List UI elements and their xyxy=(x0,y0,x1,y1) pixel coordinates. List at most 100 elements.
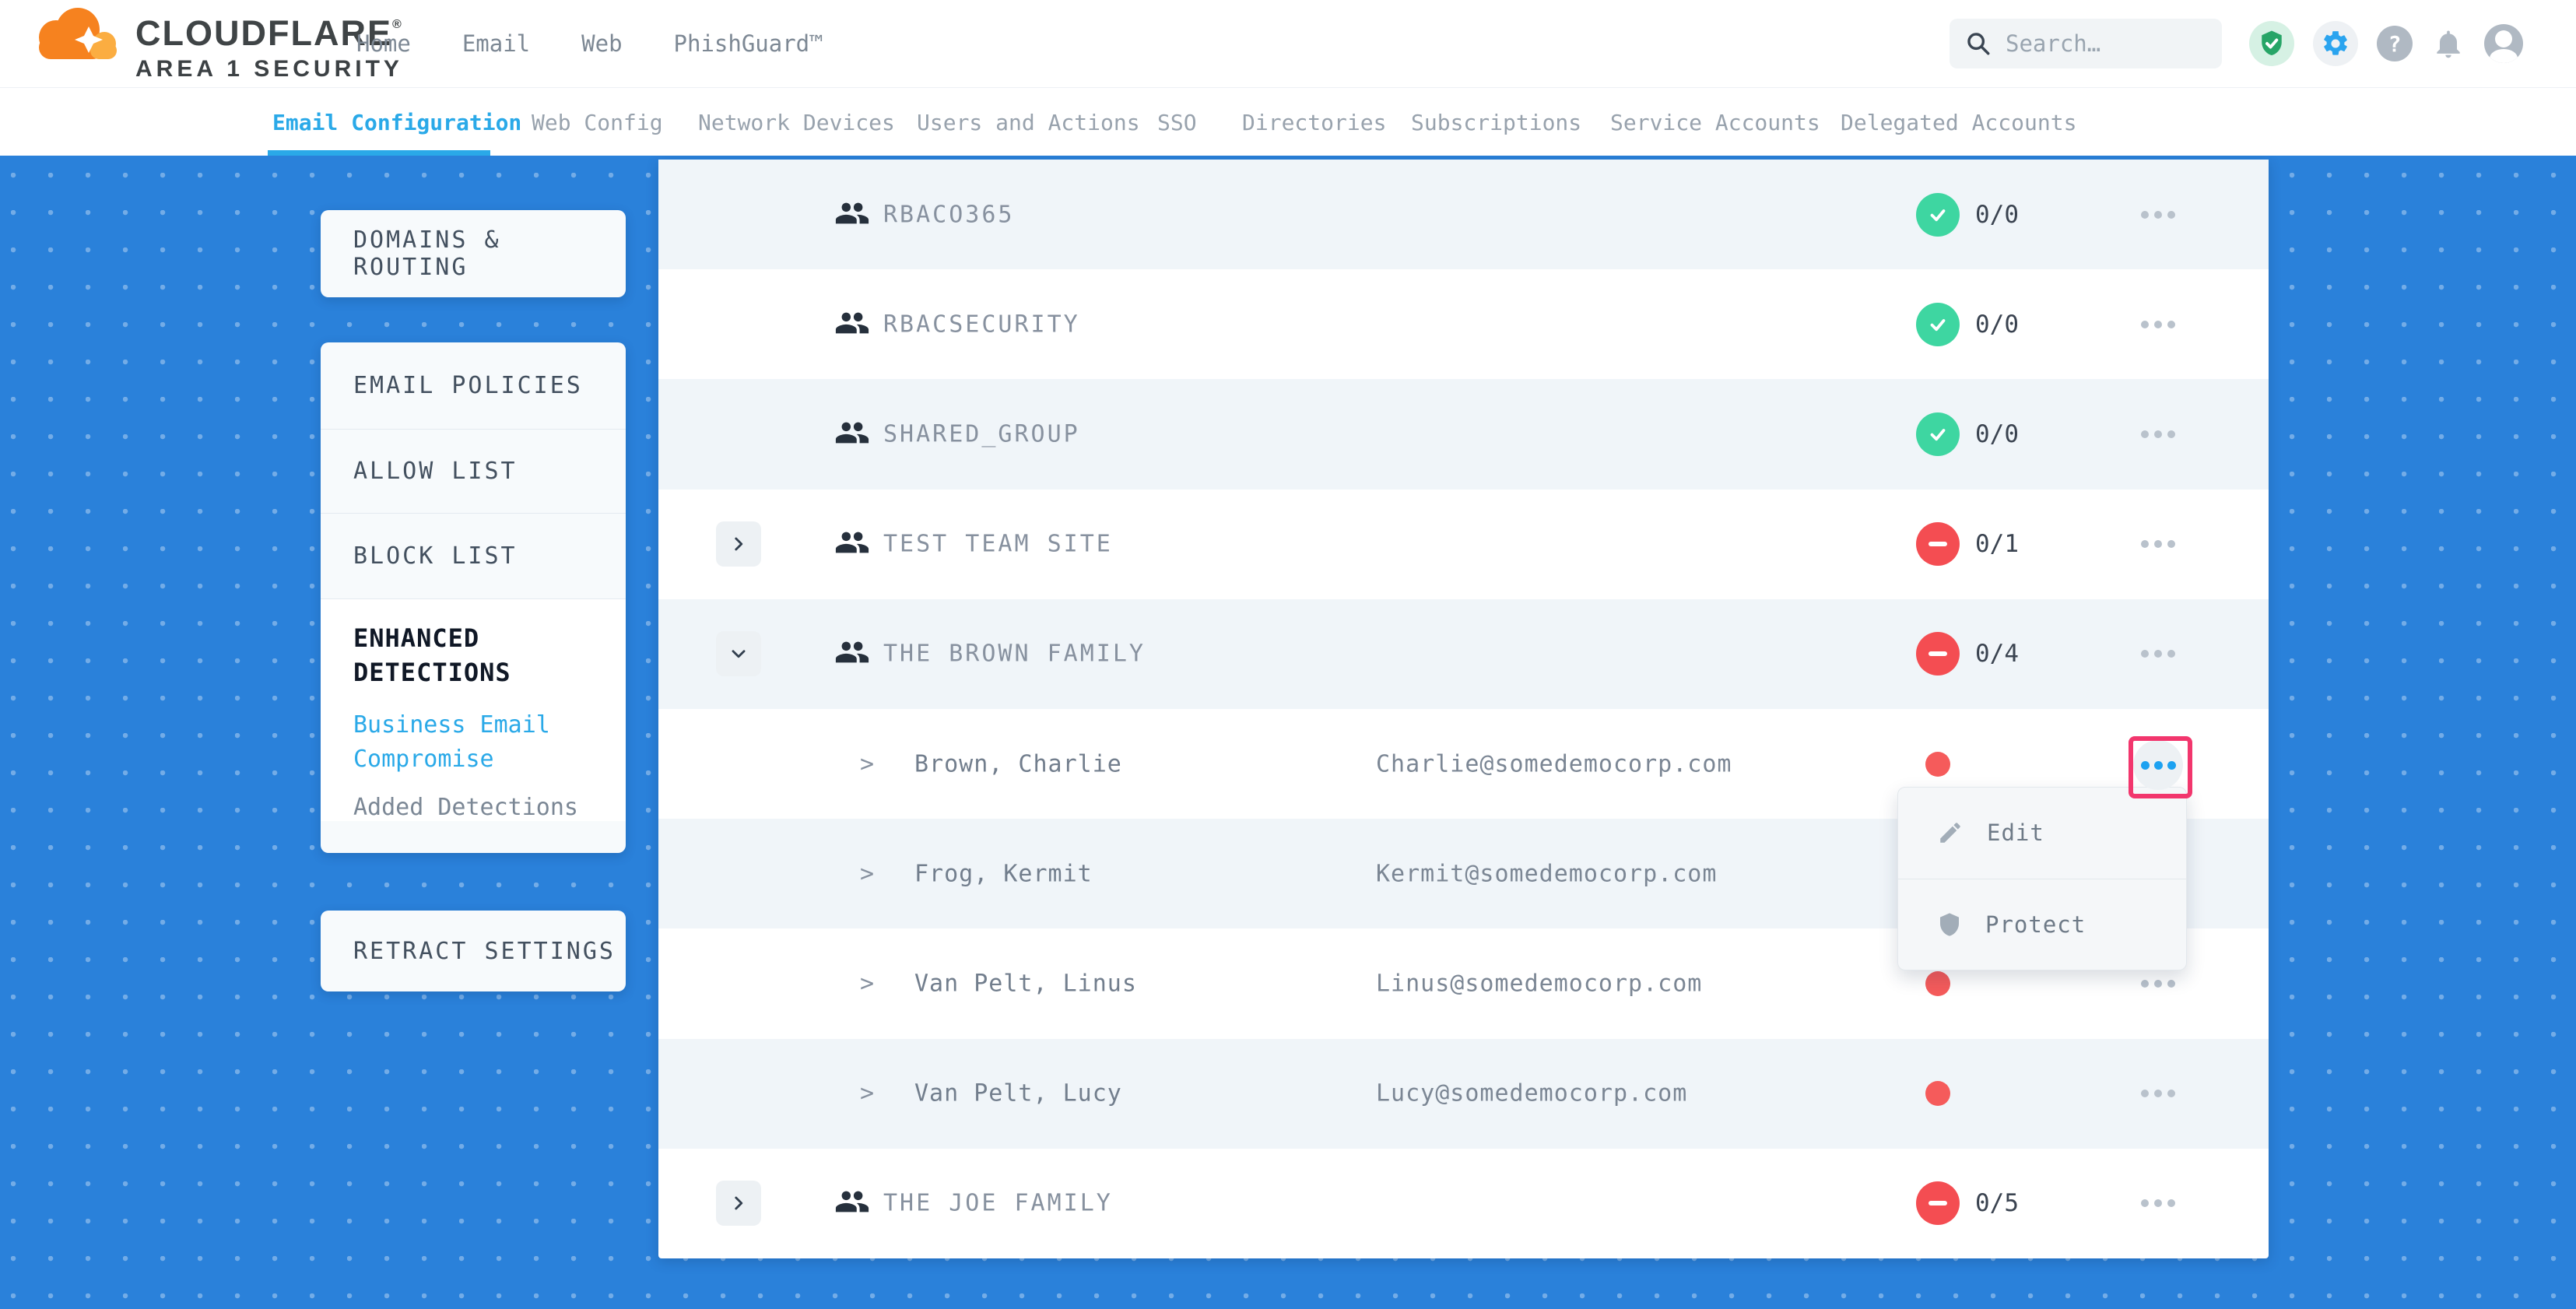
status-badge-ok xyxy=(1916,193,1960,237)
sidebar-item-block-list[interactable]: BLOCK LIST xyxy=(321,514,626,599)
nav-home[interactable]: Home xyxy=(356,30,411,57)
group-name: THE BROWN FAMILY xyxy=(883,640,1146,668)
tab-sso[interactable]: SSO xyxy=(1157,88,1197,156)
table-row-group: RBACSECURITY 0/0 xyxy=(658,269,2269,379)
member-name: Van Pelt, Lucy xyxy=(914,1080,1122,1107)
group-name: THE JOE FAMILY xyxy=(883,1190,1113,1217)
group-people-icon xyxy=(834,525,870,563)
shield-check-icon[interactable] xyxy=(2249,21,2294,66)
settings-gear-icon[interactable] xyxy=(2313,21,2358,66)
tab-delegated-accounts[interactable]: Delegated Accounts xyxy=(1841,88,2076,156)
member-chevron-icon[interactable] xyxy=(860,750,874,777)
sidebar-item-business-email-compromise[interactable]: Business Email Compromise xyxy=(353,708,626,777)
minus-icon xyxy=(1928,542,1947,546)
search-icon xyxy=(1965,30,1992,57)
tab-subscriptions[interactable]: Subscriptions xyxy=(1411,88,1581,156)
minus-icon xyxy=(1928,651,1947,656)
group-people-icon xyxy=(834,195,870,234)
row-actions-button[interactable] xyxy=(2141,1199,2175,1207)
sidebar-card-retract-settings[interactable]: RETRACT SETTINGS xyxy=(321,911,626,991)
cloudflare-logo: CLOUDFLARE® AREA 1 SECURITY xyxy=(30,5,403,85)
member-name: Brown, Charlie xyxy=(914,750,1122,777)
help-icon[interactable]: ? xyxy=(2377,26,2413,61)
member-chevron-icon[interactable] xyxy=(860,860,874,887)
row-actions-button[interactable] xyxy=(2141,980,2175,988)
sidebar-card-email-policies: EMAIL POLICIES ALLOW LIST BLOCK LIST ENH… xyxy=(321,342,626,853)
protect-shield-icon xyxy=(1937,912,1962,937)
content-area: DOMAINS & ROUTING EMAIL POLICIES ALLOW L… xyxy=(0,156,2576,1309)
tab-service-accounts[interactable]: Service Accounts xyxy=(1610,88,1820,156)
brand-name: CLOUDFLARE xyxy=(135,13,392,53)
collapse-group-button[interactable] xyxy=(716,631,761,676)
sidebar-item-added-detections[interactable]: Added Detections xyxy=(353,794,626,821)
menu-item-protect[interactable]: Protect xyxy=(1898,879,2186,970)
active-tab-underline xyxy=(268,150,490,156)
header-icons: ? xyxy=(2249,0,2523,87)
status-badge-blocked xyxy=(1916,1181,1960,1225)
tab-directories[interactable]: Directories xyxy=(1242,88,1386,156)
row-actions-button-active[interactable] xyxy=(2133,740,2183,790)
group-name: TEST TEAM SITE xyxy=(883,531,1113,558)
top-header: CLOUDFLARE® AREA 1 SECURITY Home Email W… xyxy=(0,0,2576,87)
row-actions-menu: Edit Protect xyxy=(1897,787,2187,970)
sidebar-item-email-policies[interactable]: EMAIL POLICIES xyxy=(321,342,626,430)
protection-count: 0/0 xyxy=(1975,420,2019,448)
group-name: SHARED_GROUP xyxy=(883,421,1080,448)
sidebar-item-allow-list[interactable]: ALLOW LIST xyxy=(321,430,626,514)
member-email: Linus@somedemocorp.com xyxy=(1376,970,1702,998)
group-people-icon xyxy=(834,634,870,673)
group-people-icon xyxy=(834,415,870,454)
group-people-icon xyxy=(834,305,870,344)
row-actions-button[interactable] xyxy=(2141,540,2175,548)
sidebar-item-domains-routing[interactable]: DOMAINS & ROUTING xyxy=(321,226,626,281)
sidebar-item-retract-settings[interactable]: RETRACT SETTINGS xyxy=(321,938,616,965)
chevron-down-icon xyxy=(728,644,749,664)
nav-web[interactable]: Web xyxy=(581,30,622,57)
member-name: Van Pelt, Linus xyxy=(914,970,1137,998)
member-chevron-icon[interactable] xyxy=(860,970,874,998)
search-input[interactable] xyxy=(2004,30,2191,58)
status-badge-blocked xyxy=(1916,522,1960,566)
tab-web-config[interactable]: Web Config xyxy=(532,88,663,156)
alert-dot xyxy=(1925,971,1950,996)
alert-dot xyxy=(1925,752,1950,777)
row-actions-button[interactable] xyxy=(2141,650,2175,658)
menu-item-edit[interactable]: Edit xyxy=(1898,788,2186,879)
member-name: Frog, Kermit xyxy=(914,860,1093,887)
expand-group-button[interactable] xyxy=(716,1181,761,1226)
row-actions-button[interactable] xyxy=(2141,430,2175,438)
edit-pencil-icon xyxy=(1937,819,1964,846)
tab-email-configuration[interactable]: Email Configuration xyxy=(272,88,521,156)
search-box[interactable] xyxy=(1950,19,2222,68)
protection-count: 0/0 xyxy=(1975,201,2019,229)
alert-dot xyxy=(1925,1081,1950,1106)
group-people-icon xyxy=(834,1184,870,1223)
sidebar-item-enhanced-detections[interactable]: ENHANCED DETECTIONS xyxy=(353,621,626,690)
protection-count: 0/4 xyxy=(1975,640,2019,668)
table-row-group: THE BROWN FAMILY 0/4 xyxy=(658,599,2269,709)
status-badge-ok xyxy=(1916,412,1960,456)
chevron-right-icon xyxy=(728,534,749,554)
tab-users-and-actions[interactable]: Users and Actions xyxy=(917,88,1140,156)
tab-network-devices[interactable]: Network Devices xyxy=(698,88,895,156)
row-actions-button[interactable] xyxy=(2141,1090,2175,1097)
nav-phishguard[interactable]: PhishGuard™ xyxy=(674,30,823,57)
row-actions-button[interactable] xyxy=(2141,321,2175,328)
protection-count: 0/0 xyxy=(1975,311,2019,339)
minus-icon xyxy=(1928,1201,1947,1205)
chevron-right-icon xyxy=(728,1193,749,1213)
sidebar-section-enhanced-detections: ENHANCED DETECTIONS Business Email Compr… xyxy=(321,599,626,821)
group-name: RBACSECURITY xyxy=(883,311,1080,338)
nav-email[interactable]: Email xyxy=(462,30,530,57)
row-actions-button[interactable] xyxy=(2141,211,2175,219)
member-chevron-icon[interactable] xyxy=(860,1080,874,1107)
expand-group-button[interactable] xyxy=(716,521,761,567)
sidebar-card-domains-routing[interactable]: DOMAINS & ROUTING xyxy=(321,210,626,297)
area1-security-app: CLOUDFLARE® AREA 1 SECURITY Home Email W… xyxy=(0,0,2576,1309)
table-row-group: THE JOE FAMILY 0/5 xyxy=(658,1149,2269,1258)
groups-table: RBACO365 0/0 RBACSECURITY 0/0 xyxy=(658,160,2269,1258)
protection-count: 0/5 xyxy=(1975,1189,2019,1217)
table-row-member: Van Pelt, Lucy Lucy@somedemocorp.com xyxy=(658,1039,2269,1149)
notifications-bell-icon[interactable] xyxy=(2431,26,2465,61)
account-avatar-icon[interactable] xyxy=(2484,24,2523,63)
